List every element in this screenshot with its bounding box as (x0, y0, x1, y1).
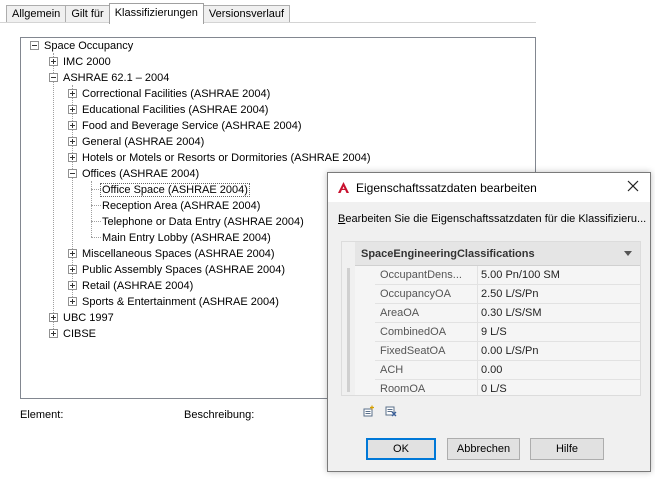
expand-icon[interactable] (68, 105, 77, 114)
collapse-arrow-icon[interactable] (624, 251, 632, 256)
tree-item-label: Miscellaneous Spaces (ASHRAE 2004) (82, 248, 275, 260)
property-row[interactable]: OccupantDens... 5.00 Pn/100 SM (375, 266, 640, 285)
tree-item-label: Food and Beverage Service (ASHRAE 2004) (82, 120, 302, 132)
property-row[interactable]: FixedSeatOA 0.00 L/S/Pn (375, 342, 640, 361)
collapse-icon[interactable] (68, 169, 77, 178)
tree-item-label: General (ASHRAE 2004) (82, 136, 205, 148)
tab-strip: Allgemein Gilt für Klassifizierungen Ver… (6, 3, 291, 24)
property-row[interactable]: OccupancyOA 2.50 L/S/Pn (375, 285, 640, 304)
close-icon[interactable] (626, 179, 640, 193)
tree-line (53, 53, 54, 333)
expand-icon[interactable] (68, 249, 77, 258)
tree-item-label: ASHRAE 62.1 – 2004 (63, 72, 170, 84)
tree-item-label: Educational Facilities (ASHRAE 2004) (82, 104, 269, 116)
tree-item-office-space[interactable]: Office Space (ASHRAE 2004) (100, 182, 250, 198)
tree-item-reception[interactable]: Reception Area (ASHRAE 2004) (102, 198, 260, 214)
tree-item-label: Office Space (ASHRAE 2004) (100, 183, 250, 197)
tree-item-label: CIBSE (63, 328, 97, 340)
tab-versionsverlauf[interactable]: Versionsverlauf (202, 5, 291, 23)
tab-klassifizierungen[interactable]: Klassifizierungen (108, 3, 204, 24)
tree-item-lobby[interactable]: Main Entry Lobby (ASHRAE 2004) (102, 230, 271, 246)
add-property-set-icon[interactable] (363, 405, 375, 417)
element-label: Element: (20, 409, 64, 421)
tree-item-label: Sports & Entertainment (ASHRAE 2004) (82, 296, 279, 308)
expand-icon[interactable] (68, 153, 77, 162)
collapse-icon[interactable] (30, 41, 39, 50)
expand-icon[interactable] (49, 57, 58, 66)
property-grid[interactable]: SpaceEngineeringClassifications Occupant… (341, 241, 641, 396)
tab-allgemein[interactable]: Allgemein (6, 5, 67, 23)
tree-item-label: Retail (ASHRAE 2004) (82, 280, 194, 292)
collapse-icon[interactable] (49, 73, 58, 82)
help-button[interactable]: Hilfe (530, 438, 604, 460)
dialog-titlebar: Eigenschaftssatzdaten bearbeiten (328, 173, 650, 202)
autocad-a-icon (338, 182, 349, 193)
expand-icon[interactable] (68, 281, 77, 290)
property-set-header[interactable]: SpaceEngineeringClassifications (355, 242, 640, 266)
tree-item-label: IMC 2000 (63, 56, 111, 68)
property-row[interactable]: AreaOA 0.30 L/S/SM (375, 304, 640, 323)
tree-item-label: Reception Area (ASHRAE 2004) (102, 200, 261, 212)
tree-item-label: Main Entry Lobby (ASHRAE 2004) (102, 232, 271, 244)
tree-item-label: Correctional Facilities (ASHRAE 2004) (82, 88, 271, 100)
tree-item-label: Offices (ASHRAE 2004) (82, 168, 200, 180)
dialog-title: Eigenschaftssatzdaten bearbeiten (356, 181, 537, 195)
edit-property-set-dialog: Eigenschaftssatzdaten bearbeiten Bearbei… (327, 172, 651, 472)
grid-side-strip (342, 242, 355, 395)
tree-item-label: Public Assembly Spaces (ASHRAE 2004) (82, 264, 285, 276)
tree-item-label: Space Occupancy (44, 40, 134, 52)
expand-icon[interactable] (49, 313, 58, 322)
property-row[interactable]: ACH 0.00 (375, 361, 640, 380)
tree-item-label: Hotels or Motels or Resorts or Dormitori… (82, 152, 371, 164)
property-row[interactable]: CombinedOA 9 L/S (375, 323, 640, 342)
remove-property-set-icon[interactable] (385, 405, 397, 417)
cancel-button[interactable]: Abbrechen (447, 438, 520, 460)
tab-gilt-fuer[interactable]: Gilt für (65, 5, 110, 23)
expand-icon[interactable] (49, 329, 58, 338)
tree-item-label: UBC 1997 (63, 312, 114, 324)
expand-icon[interactable] (68, 297, 77, 306)
description-label: Beschreibung: (184, 409, 255, 421)
tree-item-telephone[interactable]: Telephone or Data Entry (ASHRAE 2004) (102, 214, 304, 230)
expand-icon[interactable] (68, 265, 77, 274)
ok-button[interactable]: OK (366, 438, 436, 460)
expand-icon[interactable] (68, 137, 77, 146)
dialog-message: Bearbeiten Sie die Eigenschaftssatzdaten… (338, 213, 647, 225)
tree-item-label: Telephone or Data Entry (ASHRAE 2004) (102, 216, 304, 228)
expand-icon[interactable] (68, 121, 77, 130)
property-row[interactable]: RoomOA 0 L/S (375, 380, 640, 395)
expand-icon[interactable] (68, 89, 77, 98)
